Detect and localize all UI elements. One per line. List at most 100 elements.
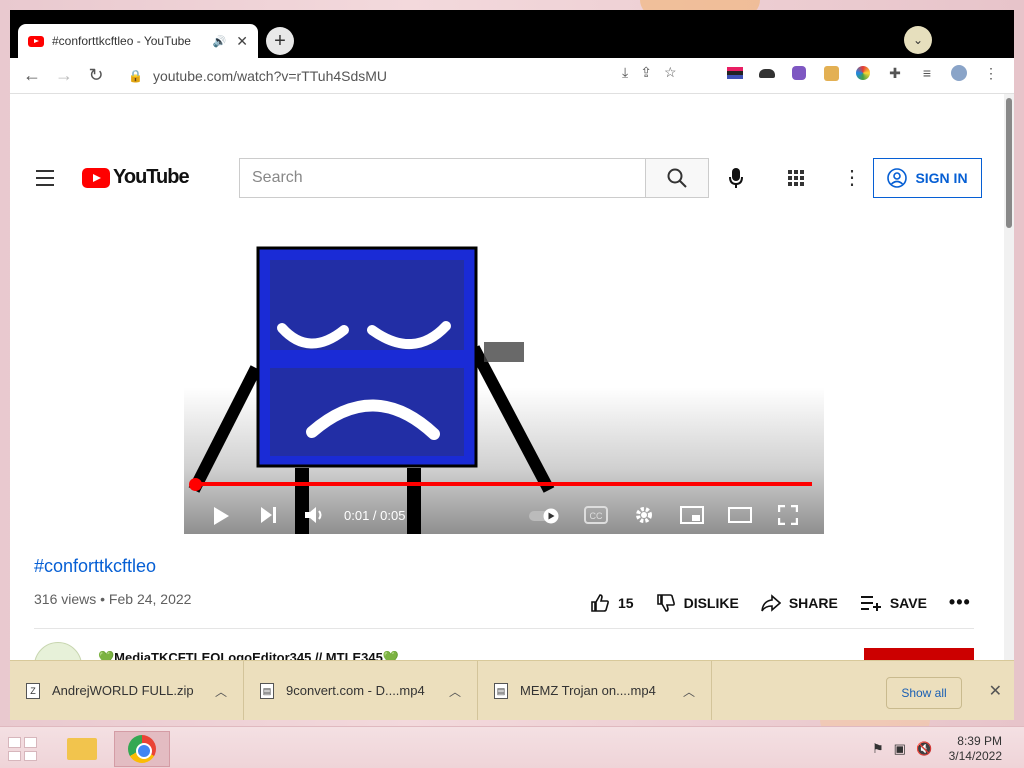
browser-window: #conforttkcftleo - YouTube 🔊 ✕ + ⌄ ← → ↻… bbox=[10, 10, 1014, 720]
autoplay-toggle-icon[interactable] bbox=[528, 508, 562, 524]
player-controls: 0:01 / 0:05 CC bbox=[184, 496, 824, 534]
hat-extension-icon[interactable] bbox=[758, 64, 776, 82]
chevron-up-icon[interactable]: ︿ bbox=[215, 683, 227, 700]
puzzle-icon[interactable]: ✚ bbox=[886, 64, 904, 82]
youtube-logo[interactable]: YouTube bbox=[82, 166, 190, 189]
lock-icon: 🔒 bbox=[128, 69, 143, 83]
show-all-button[interactable]: Show all bbox=[886, 677, 962, 709]
more-actions-icon[interactable]: ••• bbox=[949, 592, 971, 613]
settings-gear-icon[interactable] bbox=[634, 505, 654, 525]
install-icon[interactable]: ⤓ bbox=[622, 64, 628, 81]
add-to-playlist-icon bbox=[860, 595, 881, 611]
download-filename: AndrejWORLD FULL.zip bbox=[52, 683, 194, 698]
clock[interactable]: 8:39 PM 3/14/2022 bbox=[949, 734, 1002, 764]
video-meta: 316 views • Feb 24, 2022 bbox=[34, 591, 192, 607]
download-item[interactable]: Z AndrejWORLD FULL.zip ︿ bbox=[10, 660, 244, 720]
network-icon[interactable]: ▣ bbox=[894, 741, 906, 757]
account-icon bbox=[887, 168, 908, 188]
bookmark-star-icon[interactable]: ☆ bbox=[664, 64, 677, 81]
tab-search-button[interactable]: ⌄ bbox=[904, 26, 932, 54]
apps-grid-icon[interactable] bbox=[788, 170, 804, 186]
youtube-favicon-icon bbox=[28, 35, 44, 47]
miniplayer-icon[interactable] bbox=[680, 506, 704, 524]
captions-icon[interactable]: CC bbox=[584, 506, 608, 524]
close-icon[interactable]: ✕ bbox=[989, 681, 1002, 701]
new-tab-button[interactable]: + bbox=[266, 27, 294, 55]
video-title[interactable]: #conforttkcftleo bbox=[34, 556, 156, 577]
search-placeholder: Search bbox=[252, 169, 303, 186]
reading-list-icon[interactable]: ≡ bbox=[918, 64, 936, 82]
thumbs-down-icon bbox=[656, 593, 675, 612]
search-icon bbox=[667, 168, 687, 188]
tab-title: #conforttkcftleo - YouTube bbox=[52, 34, 191, 48]
volume-muted-icon[interactable]: 🔇 bbox=[916, 741, 932, 757]
download-filename: 9convert.com - D....mp4 bbox=[286, 683, 425, 698]
download-item[interactable]: ▤ 9convert.com - D....mp4 ︿ bbox=[244, 660, 478, 720]
youtube-logo-icon bbox=[82, 167, 110, 188]
download-item[interactable]: ▤ MEMZ Trojan on....mp4 ︿ bbox=[478, 660, 712, 720]
tab-close-icon[interactable]: ✕ bbox=[236, 33, 248, 50]
tab-strip: #conforttkcftleo - YouTube 🔊 ✕ + ⌄ bbox=[10, 10, 1014, 58]
page-content: YouTube Search ⋮ SIGN IN 0:01 / 0:05 CC … bbox=[10, 94, 1004, 720]
hamburger-menu-icon[interactable] bbox=[36, 170, 54, 191]
dislike-label: DISLIKE bbox=[683, 594, 739, 611]
time-display: 0:01 / 0:05 bbox=[344, 508, 406, 523]
thumbs-up-icon bbox=[591, 593, 609, 612]
address-bar[interactable]: 🔒 youtube.com/watch?v=rTTuh4SdsMU bbox=[128, 62, 708, 90]
extensions: ✚ ≡ ⋮ bbox=[726, 64, 1000, 82]
like-button[interactable]: 15 bbox=[590, 593, 634, 613]
progress-scrubber[interactable] bbox=[189, 478, 202, 491]
speaker-icon[interactable]: 🔊 bbox=[213, 35, 227, 48]
volume-icon[interactable] bbox=[304, 506, 326, 524]
save-label: SAVE bbox=[889, 594, 927, 611]
video-player[interactable]: 0:01 / 0:05 CC bbox=[184, 208, 824, 534]
taskbar: ⚑ ▣ 🔇 8:39 PM 3/14/2022 bbox=[0, 726, 1024, 768]
divider bbox=[34, 628, 974, 629]
video-file-icon: ▤ bbox=[494, 682, 508, 699]
zip-file-icon: Z bbox=[26, 682, 40, 699]
fullscreen-icon[interactable] bbox=[778, 505, 798, 525]
youtube-header: YouTube Search ⋮ SIGN IN bbox=[10, 150, 1004, 206]
settings-kebab-icon[interactable]: ⋮ bbox=[842, 168, 862, 188]
url-text: youtube.com/watch?v=rTTuh4SdsMU bbox=[152, 68, 388, 84]
theater-mode-icon[interactable] bbox=[728, 507, 752, 523]
video-actions: 15 DISLIKE SHARE SAVE ••• bbox=[590, 592, 993, 613]
play-icon[interactable] bbox=[212, 506, 230, 526]
like-count: 15 bbox=[618, 594, 634, 611]
dislike-button[interactable]: DISLIKE bbox=[656, 593, 739, 613]
chevron-up-icon[interactable]: ︿ bbox=[683, 683, 695, 700]
sign-in-button[interactable]: SIGN IN bbox=[873, 158, 982, 198]
profile-icon[interactable] bbox=[950, 64, 968, 82]
windows-start-icon[interactable] bbox=[8, 737, 38, 761]
menu-kebab-icon[interactable]: ⋮ bbox=[982, 64, 1000, 82]
reload-icon[interactable]: ↻ bbox=[80, 65, 112, 86]
download-bar: Z AndrejWORLD FULL.zip ︿ ▤ 9convert.com … bbox=[10, 660, 1014, 720]
search-button[interactable] bbox=[645, 158, 709, 198]
file-explorer-icon[interactable] bbox=[54, 731, 110, 767]
microphone-icon[interactable] bbox=[726, 166, 746, 190]
forward-icon[interactable]: → bbox=[48, 65, 80, 86]
search-input[interactable]: Search bbox=[239, 158, 645, 198]
next-icon[interactable] bbox=[260, 506, 278, 524]
clock-time: 8:39 PM bbox=[957, 734, 1002, 748]
share-button[interactable]: SHARE bbox=[761, 593, 838, 613]
chevron-up-icon[interactable]: ︿ bbox=[449, 683, 461, 700]
clock-date: 3/14/2022 bbox=[948, 749, 1002, 763]
page-scrollbar[interactable] bbox=[1004, 94, 1014, 720]
video-file-icon: ▤ bbox=[260, 682, 274, 699]
scrollbar-thumb[interactable] bbox=[1006, 98, 1012, 228]
alien-extension-icon[interactable] bbox=[790, 64, 808, 82]
youtube-logo-text: YouTube bbox=[113, 166, 190, 188]
color-extension-icon[interactable] bbox=[854, 64, 872, 82]
flag-icon[interactable]: ⚑ bbox=[872, 741, 884, 757]
browser-toolbar: ← → ↻ 🔒 youtube.com/watch?v=rTTuh4SdsMU … bbox=[10, 58, 1014, 94]
extension-icon[interactable] bbox=[726, 64, 744, 82]
chrome-taskbar-icon[interactable] bbox=[114, 731, 170, 767]
save-button[interactable]: SAVE bbox=[860, 594, 927, 612]
system-tray: ⚑ ▣ 🔇 bbox=[872, 741, 932, 757]
progress-bar[interactable] bbox=[194, 482, 812, 486]
doge-extension-icon[interactable] bbox=[822, 64, 840, 82]
share-icon[interactable]: ⇪ bbox=[640, 64, 652, 81]
back-icon[interactable]: ← bbox=[16, 65, 48, 86]
browser-tab[interactable]: #conforttkcftleo - YouTube 🔊 ✕ bbox=[18, 24, 258, 58]
